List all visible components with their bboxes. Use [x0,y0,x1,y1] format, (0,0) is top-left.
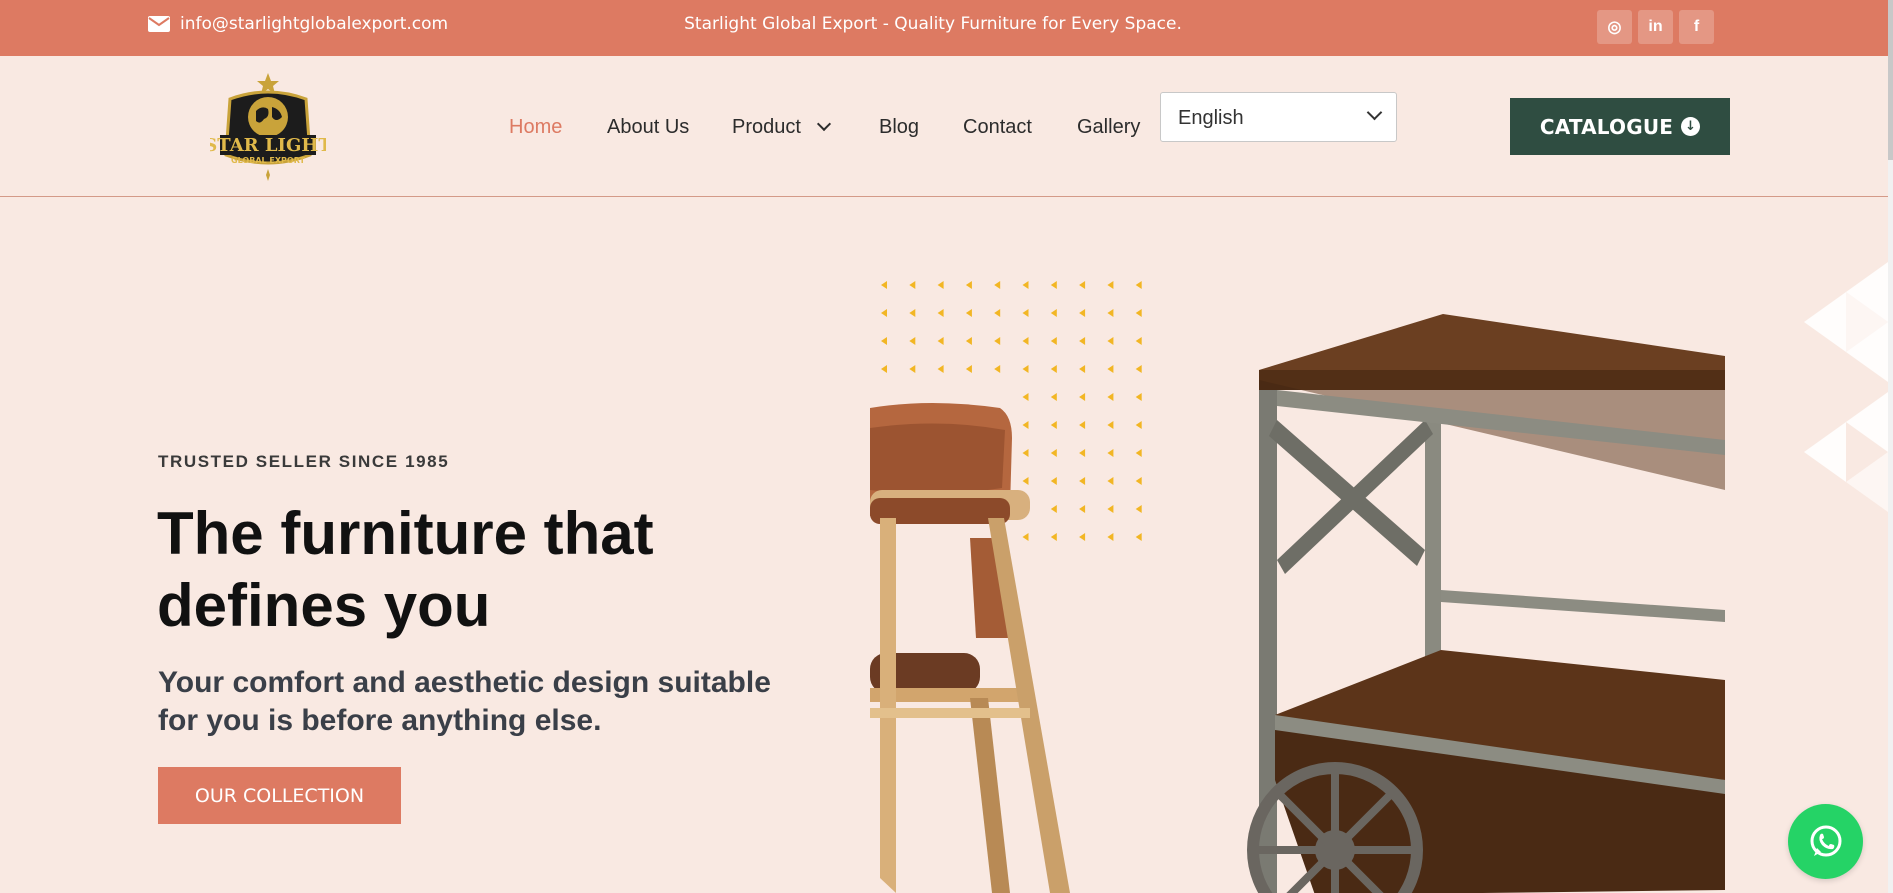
decorative-dot [1079,337,1086,345]
chevron-down-icon [816,116,832,132]
decorative-dot [1050,337,1057,345]
main-header: STAR LIGHT GLOBAL EXPORT Home About Us P… [0,56,1888,197]
page-scrollbar[interactable] [1888,0,1893,893]
decorative-dot [1107,337,1114,345]
decorative-dot [1022,365,1029,373]
download-icon: ↓ [1681,117,1701,136]
decorative-dot [1107,365,1114,373]
nav-product-label: Product [732,116,801,138]
decorative-dot [1135,365,1142,373]
decorative-dot [1107,505,1114,513]
decorative-dot [1107,421,1114,429]
instagram-icon[interactable]: ◎ [1597,10,1632,44]
decorative-dot [1079,365,1086,373]
decorative-dot [881,337,887,345]
decorative-dot [965,309,972,317]
logo-subtitle: GLOBAL EXPORT [231,156,305,165]
nav-product[interactable]: Product [732,116,832,139]
nav-gallery[interactable]: Gallery [1077,116,1140,139]
hero-headline: The furniture that defines you [157,500,654,639]
decorative-dot [881,309,887,317]
chevron-down-icon [1366,104,1383,121]
logo-title: STAR LIGHT [210,135,326,156]
decorative-dot [1135,337,1142,345]
facebook-icon[interactable]: f [1679,10,1714,44]
top-bar: info@starlightglobalexport.com Starlight… [0,0,1888,56]
decorative-dot [965,281,972,289]
catalogue-label: CATALOGUE [1539,114,1674,139]
decorative-dot [1050,365,1057,373]
decorative-dot [1135,309,1142,317]
nav-about-us[interactable]: About Us [607,116,689,139]
decorative-dot [937,337,944,345]
nav-home[interactable]: Home [509,116,562,139]
decorative-dot [1107,393,1114,401]
nav-blog[interactable]: Blog [879,116,919,139]
wooden-cart-image [1235,310,1725,893]
decorative-dot [881,281,887,289]
decorative-dot [937,309,944,317]
decorative-dot [1107,281,1114,289]
our-collection-button[interactable]: OUR COLLECTION [158,767,401,824]
catalogue-button[interactable]: CATALOGUE ↓ [1510,98,1730,155]
decorative-dot [937,365,944,373]
decorative-dot [1135,449,1142,457]
decorative-dot [994,281,1001,289]
decorative-dot [1135,533,1142,541]
nav-contact[interactable]: Contact [963,116,1032,139]
decorative-dot [1079,309,1086,317]
decorative-dot [1079,281,1086,289]
decorative-dot [909,337,916,345]
social-links: ◎ in f [1597,10,1714,44]
decorative-dot [881,365,887,373]
decorative-dot [1107,309,1114,317]
decorative-dot [1135,505,1142,513]
decorative-dot [909,281,916,289]
hero-eyebrow: TRUSTED SELLER SINCE 1985 [158,452,450,471]
decorative-dot [1135,393,1142,401]
decorative-dot [1107,449,1114,457]
decorative-dot [909,365,916,373]
whatsapp-icon [1810,825,1841,856]
decorative-triangles [1750,262,1888,547]
whatsapp-button[interactable] [1788,804,1863,879]
language-selected: English [1178,107,1244,129]
decorative-dot [994,309,1001,317]
decorative-dot [1135,477,1142,485]
decorative-dot [937,281,944,289]
decorative-dot [1107,533,1114,541]
decorative-dot [965,337,972,345]
decorative-dot [994,365,1001,373]
hero-subheading: Your comfort and aesthetic design suitab… [158,666,771,737]
decorative-dot [1022,309,1029,317]
decorative-dot [1022,281,1029,289]
linkedin-icon[interactable]: in [1638,10,1673,44]
decorative-dot [1107,477,1114,485]
decorative-dot [1050,309,1057,317]
decorative-dot [1135,421,1142,429]
decorative-dot [994,337,1001,345]
decorative-dot [965,365,972,373]
leather-chair-image [870,398,1090,893]
site-logo[interactable]: STAR LIGHT GLOBAL EXPORT [204,71,332,181]
decorative-dot [1050,281,1057,289]
tagline: Starlight Global Export - Quality Furnit… [684,14,1182,34]
decorative-dot [1022,337,1029,345]
scrollbar-thumb[interactable] [1888,0,1893,160]
decorative-dot [909,309,916,317]
language-select[interactable]: English [1160,92,1397,142]
decorative-dot [1135,281,1142,289]
